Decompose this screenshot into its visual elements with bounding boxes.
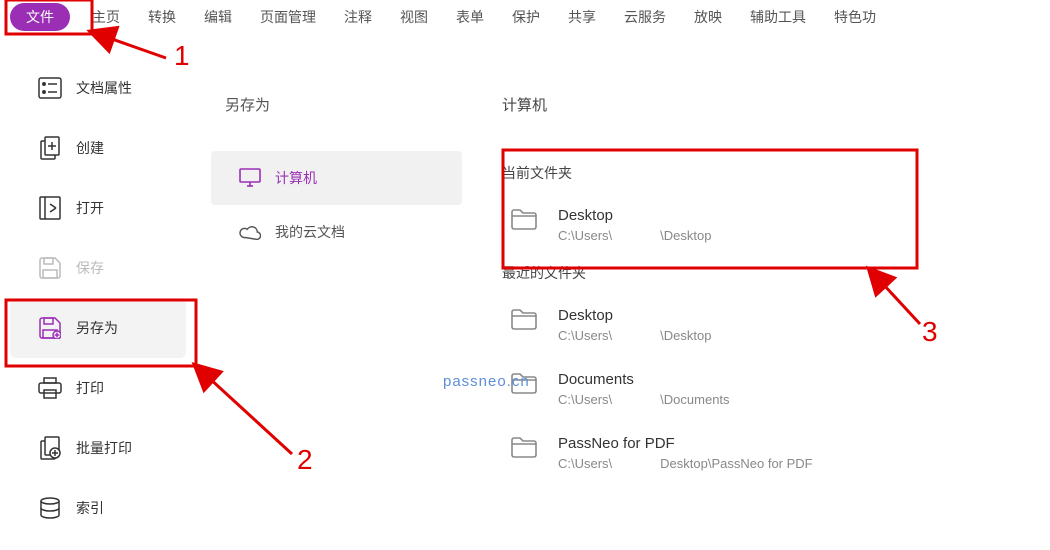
file-menu-label: 文档属性 [76,78,132,98]
current-folder-label: 当前文件夹 [502,163,1050,199]
folder-name: Desktop [558,307,711,324]
folder-path: C:\Users\\Desktop [558,324,711,343]
properties-icon [38,76,62,100]
save-icon [38,256,62,280]
recent-folder-row[interactable]: PassNeo for PDF C:\Users\Desktop\PassNeo… [502,427,1050,491]
menu-view[interactable]: 视图 [386,1,442,33]
recent-folder-row[interactable]: Documents C:\Users\\Documents [502,363,1050,427]
folder-icon [510,207,538,231]
location-computer[interactable]: 计算机 [211,151,462,205]
folder-icon [510,307,538,331]
menu-share[interactable]: 共享 [554,1,610,33]
create-icon [38,136,62,160]
location-label: 我的云文档 [275,222,345,242]
menu-page-manage[interactable]: 页面管理 [246,1,330,33]
folder-path: C:\Users\\Desktop [558,224,711,243]
save-as-title: 另存为 [197,94,476,151]
folder-name: Documents [558,371,730,388]
folders-panel-title: 计算机 [502,94,1050,163]
file-menu-label: 创建 [76,138,104,158]
folders-panel: 计算机 当前文件夹 Desktop C:\Users\\Desktop 最近的文… [476,34,1050,550]
folder-icon [510,435,538,459]
cloud-icon [239,221,261,243]
menu-bar: 文件 主页 转换 编辑 页面管理 注释 视图 表单 保护 共享 云服务 放映 辅… [0,0,1050,34]
file-menu-panel: 文档属性 创建 打开 保存 另存为 打印 批量打印 索引 [0,34,196,550]
recent-folder-row[interactable]: Desktop C:\Users\\Desktop [502,299,1050,363]
file-menu-label: 索引 [76,498,104,518]
menu-home[interactable]: 主页 [78,1,134,33]
annotation-number-1: 1 [174,40,190,72]
folder-name: Desktop [558,207,711,224]
batch-print-icon [38,436,62,460]
file-menu-open[interactable]: 打开 [0,178,196,238]
file-menu-batch-print[interactable]: 批量打印 [0,418,196,478]
current-folder-row[interactable]: Desktop C:\Users\\Desktop [502,199,1050,263]
file-menu-label: 保存 [76,258,104,278]
file-menu-label: 另存为 [76,318,118,338]
menu-special[interactable]: 特色功 [820,1,890,33]
menu-form[interactable]: 表单 [442,1,498,33]
print-icon [38,376,62,400]
save-as-locations-panel: 另存为 计算机 我的云文档 [196,34,476,550]
index-icon [38,496,62,520]
folder-path: C:\Users\Desktop\PassNeo for PDF [558,452,813,471]
menu-annotate[interactable]: 注释 [330,1,386,33]
location-cloud[interactable]: 我的云文档 [211,205,462,259]
menu-tools[interactable]: 辅助工具 [736,1,820,33]
file-menu-label: 打开 [76,198,104,218]
file-menu-label: 打印 [76,378,104,398]
file-menu-save-as[interactable]: 另存为 [10,298,186,358]
menu-file[interactable]: 文件 [10,3,70,31]
file-menu-label: 批量打印 [76,438,132,458]
computer-icon [239,167,261,189]
location-label: 计算机 [275,168,317,188]
file-menu-doc-props[interactable]: 文档属性 [0,58,196,118]
file-menu-print[interactable]: 打印 [0,358,196,418]
file-menu-create[interactable]: 创建 [0,118,196,178]
folder-path: C:\Users\\Documents [558,388,730,407]
menu-cloud[interactable]: 云服务 [610,1,680,33]
menu-present[interactable]: 放映 [680,1,736,33]
save-as-icon [38,316,62,340]
folder-name: PassNeo for PDF [558,435,813,452]
annotation-number-3: 3 [922,316,938,348]
file-menu-save: 保存 [0,238,196,298]
recent-folder-label: 最近的文件夹 [502,263,1050,299]
annotation-number-2: 2 [297,444,313,476]
menu-edit[interactable]: 编辑 [190,1,246,33]
menu-convert[interactable]: 转换 [134,1,190,33]
file-menu-index[interactable]: 索引 [0,478,196,538]
menu-protect[interactable]: 保护 [498,1,554,33]
open-icon [38,196,62,220]
folder-icon [510,371,538,395]
